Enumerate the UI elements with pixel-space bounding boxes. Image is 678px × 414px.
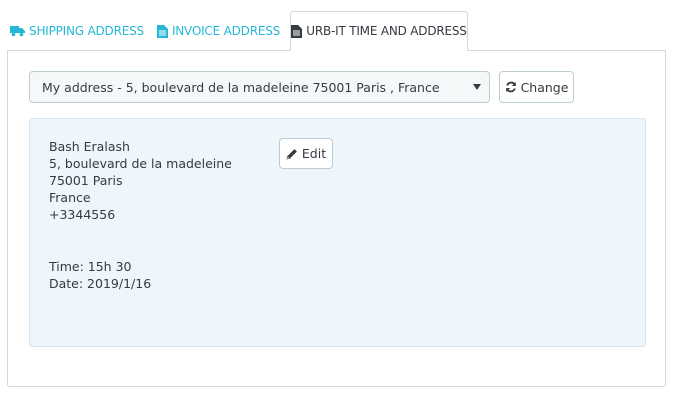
file-icon — [291, 24, 303, 38]
address-city: 75001 Paris — [49, 173, 123, 188]
address-details: Bash Eralash 5, boulevard de la madelein… — [49, 138, 232, 223]
address-name: Bash Eralash — [49, 139, 130, 154]
delivery-schedule: Time: 15h 30 Date: 2019/1/16 — [49, 258, 151, 292]
truck-icon — [10, 25, 26, 37]
address-country: France — [49, 190, 91, 205]
tab-urbit-time-and-address[interactable]: URB-IT TIME AND ADDRESS — [290, 11, 468, 51]
change-button[interactable]: Change — [499, 71, 574, 103]
change-button-label: Change — [520, 79, 569, 95]
edit-button[interactable]: Edit — [279, 138, 333, 169]
tab-invoice-address[interactable]: INVOICE ADDRESS — [147, 11, 290, 51]
address-street: 5, boulevard de la madeleine — [49, 156, 232, 171]
pencil-icon — [286, 148, 298, 160]
refresh-icon — [505, 81, 517, 93]
tab-invoice-address-label: INVOICE ADDRESS — [171, 24, 281, 38]
delivery-date: Date: 2019/1/16 — [49, 276, 152, 291]
address-phone: +3344556 — [49, 207, 116, 222]
address-card: Bash Eralash 5, boulevard de la madelein… — [29, 118, 646, 347]
tab-urbit-time-and-address-label: URB-IT TIME AND ADDRESS — [306, 24, 467, 38]
chevron-down-icon — [473, 84, 481, 90]
tab-panel: My address - 5, boulevard de la madelein… — [7, 50, 666, 387]
edit-button-label: Edit — [301, 146, 327, 161]
tab-shipping-address[interactable]: SHIPPING ADDRESS — [7, 11, 147, 51]
delivery-time: Time: 15h 30 — [49, 259, 132, 274]
address-select-value: My address - 5, boulevard de la madelein… — [42, 79, 440, 95]
address-select[interactable]: My address - 5, boulevard de la madelein… — [29, 71, 490, 103]
file-text-icon — [156, 24, 168, 38]
tab-shipping-address-label: SHIPPING ADDRESS — [29, 24, 144, 38]
